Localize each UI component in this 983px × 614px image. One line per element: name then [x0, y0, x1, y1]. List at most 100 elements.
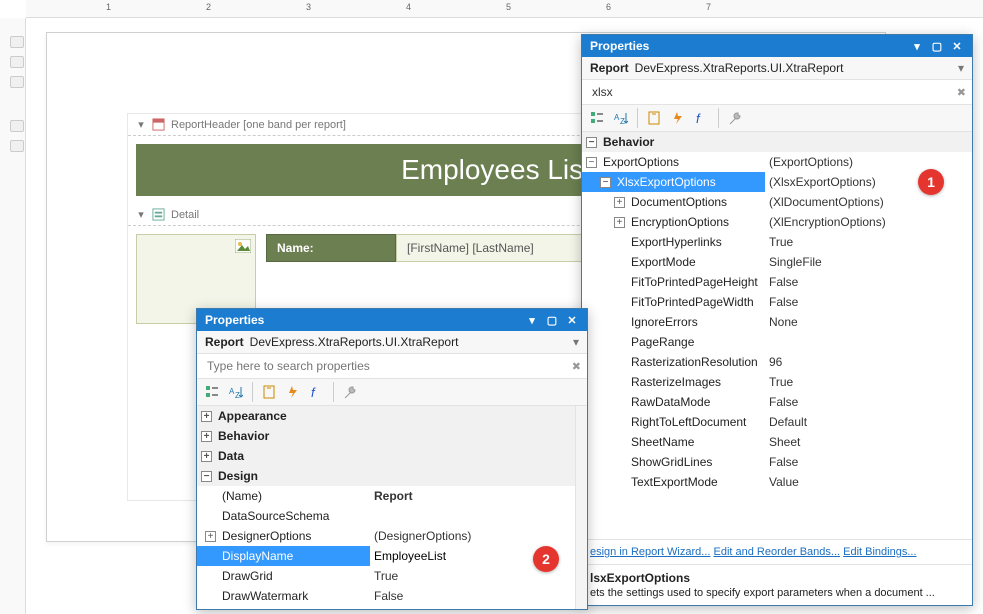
property-value[interactable]: SingleFile [765, 255, 972, 269]
dropdown-icon[interactable]: ▾ [910, 39, 924, 53]
scrollbar[interactable] [575, 406, 587, 609]
expand-icon[interactable]: + [614, 197, 625, 208]
property-row[interactable]: ExportHyperlinksTrue [582, 232, 972, 252]
search-input[interactable] [203, 357, 572, 375]
property-row[interactable]: ShowGridLinesFalse [582, 452, 972, 472]
property-row[interactable]: +DesignerOptions(DesignerOptions) [197, 526, 587, 546]
wrench-icon[interactable] [339, 382, 361, 402]
property-value[interactable]: Sheet [765, 435, 972, 449]
events-icon[interactable] [282, 382, 304, 402]
collapse-icon[interactable]: − [600, 177, 611, 188]
link-edit-bands[interactable]: Edit and Reorder Bands... [714, 546, 841, 558]
category-row[interactable]: +Behavior [197, 426, 587, 446]
alphabetical-icon[interactable]: AZ [610, 108, 632, 128]
property-row[interactable]: SheetNameSheet [582, 432, 972, 452]
property-row[interactable]: FitToPrintedPageHeightFalse [582, 272, 972, 292]
dropdown-icon[interactable]: ▾ [525, 313, 539, 327]
property-row[interactable]: Language(Default) [197, 606, 587, 609]
property-row[interactable]: (Name)Report [197, 486, 587, 506]
category-row[interactable]: −Design [197, 466, 587, 486]
property-value[interactable]: (XlEncryptionOptions) [765, 215, 972, 229]
property-row[interactable]: TextExportModeValue [582, 472, 972, 492]
search-input[interactable] [588, 83, 957, 101]
expand-icon[interactable]: + [205, 531, 216, 542]
expand-icon[interactable]: + [614, 217, 625, 228]
category-row[interactable]: +Appearance [197, 406, 587, 426]
expand-icon[interactable]: + [201, 431, 212, 442]
collapse-icon[interactable]: ▾ [136, 208, 146, 221]
property-row[interactable]: PageRange [582, 332, 972, 352]
property-value[interactable]: Default [765, 415, 972, 429]
maximize-icon[interactable]: ▢ [930, 39, 944, 53]
categorized-icon[interactable] [201, 382, 223, 402]
property-value[interactable]: (XlDocumentOptions) [765, 195, 972, 209]
property-row[interactable]: − ExportOptions (ExportOptions) [582, 152, 972, 172]
property-row[interactable]: ExportModeSingleFile [582, 252, 972, 272]
property-row[interactable]: +EncryptionOptions(XlEncryptionOptions) [582, 212, 972, 232]
categorized-icon[interactable] [586, 108, 608, 128]
close-icon[interactable]: ✕ [565, 313, 579, 327]
property-row[interactable]: DrawWatermarkFalse [197, 586, 587, 606]
panel-titlebar[interactable]: Properties ▾ ▢ ✕ [197, 309, 587, 331]
property-row[interactable]: IgnoreErrorsNone [582, 312, 972, 332]
property-value[interactable]: True [765, 375, 972, 389]
property-row-selected[interactable]: DisplayName [197, 546, 587, 566]
property-value[interactable]: False [765, 275, 972, 289]
maximize-icon[interactable]: ▢ [545, 313, 559, 327]
property-value[interactable]: False [765, 395, 972, 409]
property-value[interactable]: True [765, 235, 972, 249]
property-row[interactable]: FitToPrintedPageWidthFalse [582, 292, 972, 312]
property-row[interactable]: DataSourceSchema [197, 506, 587, 526]
wrench-icon[interactable] [724, 108, 746, 128]
property-row[interactable]: RasterizeImagesTrue [582, 372, 972, 392]
property-value[interactable]: False [370, 589, 587, 603]
search-box[interactable]: ✖ [582, 80, 972, 105]
alphabetical-icon[interactable]: AZ [225, 382, 247, 402]
expand-icon[interactable]: + [201, 411, 212, 422]
band-handle[interactable] [10, 140, 24, 152]
property-grid[interactable]: +Appearance +Behavior +Data −Design (Nam… [197, 406, 587, 609]
property-row[interactable]: RawDataModeFalse [582, 392, 972, 412]
band-handle[interactable] [10, 120, 24, 132]
link-design-wizard[interactable]: esign in Report Wizard... [590, 546, 710, 558]
property-row[interactable]: RightToLeftDocumentDefault [582, 412, 972, 432]
property-value[interactable]: Value [765, 475, 972, 489]
object-selector[interactable]: Report DevExpress.XtraReports.UI.XtraRep… [582, 57, 972, 80]
property-row[interactable]: DrawGridTrue [197, 566, 587, 586]
band-handle[interactable] [10, 76, 24, 88]
chevron-down-icon[interactable]: ▾ [958, 61, 964, 75]
property-value[interactable]: False [765, 455, 972, 469]
property-value[interactable]: True [370, 569, 587, 583]
band-handle[interactable] [10, 36, 24, 48]
property-value[interactable]: Report [370, 489, 587, 503]
category-row[interactable]: +Data [197, 446, 587, 466]
property-row-selected[interactable]: − XlsxExportOptions (XlsxExportOptions) [582, 172, 972, 192]
expand-icon[interactable]: + [201, 451, 212, 462]
collapse-icon[interactable]: − [586, 137, 597, 148]
collapse-icon[interactable]: − [201, 471, 212, 482]
search-box[interactable]: ✖ [197, 354, 587, 379]
property-value[interactable]: None [765, 315, 972, 329]
close-icon[interactable]: ✕ [950, 39, 964, 53]
favorites-icon[interactable] [258, 382, 280, 402]
favorites-icon[interactable] [643, 108, 665, 128]
collapse-icon[interactable]: − [586, 157, 597, 168]
expressions-icon[interactable]: f [306, 382, 328, 402]
expressions-icon[interactable]: f [691, 108, 713, 128]
property-row[interactable]: RasterizationResolution96 [582, 352, 972, 372]
chevron-down-icon[interactable]: ▾ [573, 335, 579, 349]
panel-titlebar[interactable]: Properties ▾ ▢ ✕ [582, 35, 972, 57]
events-icon[interactable] [667, 108, 689, 128]
clear-search-icon[interactable]: ✖ [572, 360, 581, 373]
link-edit-bindings[interactable]: Edit Bindings... [843, 546, 916, 558]
property-value[interactable]: (DesignerOptions) [370, 529, 587, 543]
property-value[interactable]: False [765, 295, 972, 309]
collapse-icon[interactable]: ▾ [136, 118, 146, 131]
clear-search-icon[interactable]: ✖ [957, 86, 966, 99]
property-row[interactable]: +DocumentOptions(XlDocumentOptions) [582, 192, 972, 212]
band-handle[interactable] [10, 56, 24, 68]
property-value[interactable]: 96 [765, 355, 972, 369]
object-selector[interactable]: Report DevExpress.XtraReports.UI.XtraRep… [197, 331, 587, 354]
category-row[interactable]: − Behavior [582, 132, 972, 152]
property-grid[interactable]: − Behavior − ExportOptions (ExportOption… [582, 132, 972, 539]
